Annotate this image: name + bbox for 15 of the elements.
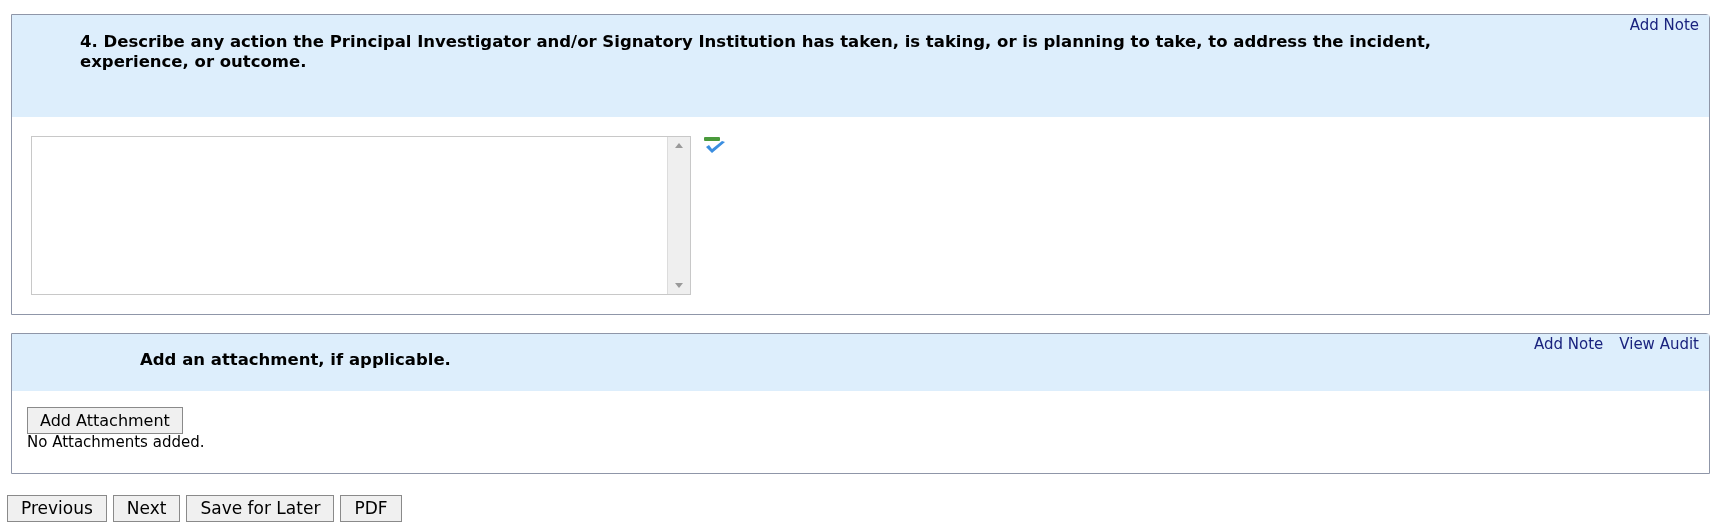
nav-button[interactable]: Save for Later bbox=[186, 495, 335, 522]
scrollbar[interactable] bbox=[667, 137, 690, 294]
scroll-down-icon[interactable] bbox=[675, 283, 683, 288]
nav-button[interactable]: Previous bbox=[7, 495, 107, 522]
header-link[interactable]: View Audit bbox=[1619, 333, 1699, 356]
question-title: 4. Describe any action the Principal Investigator and/or Signatory Institution has taken, is taking, or is planning to take, to address the incident, experience, or outcome. bbox=[80, 32, 1433, 72]
nav-button[interactable]: Next bbox=[112, 495, 181, 522]
add-attachment-button[interactable]: Add Attachment bbox=[27, 407, 183, 434]
attachments-status: No Attachments added. bbox=[27, 434, 206, 451]
question-title: Add an attachment, if applicable. bbox=[140, 350, 452, 370]
nav-button[interactable]: PDF bbox=[340, 495, 402, 522]
scroll-up-icon[interactable] bbox=[675, 143, 683, 148]
header-link[interactable]: Add Note bbox=[1533, 333, 1604, 356]
header-link[interactable]: Add Note bbox=[1629, 14, 1699, 37]
spellcheck-icon[interactable] bbox=[703, 136, 727, 156]
